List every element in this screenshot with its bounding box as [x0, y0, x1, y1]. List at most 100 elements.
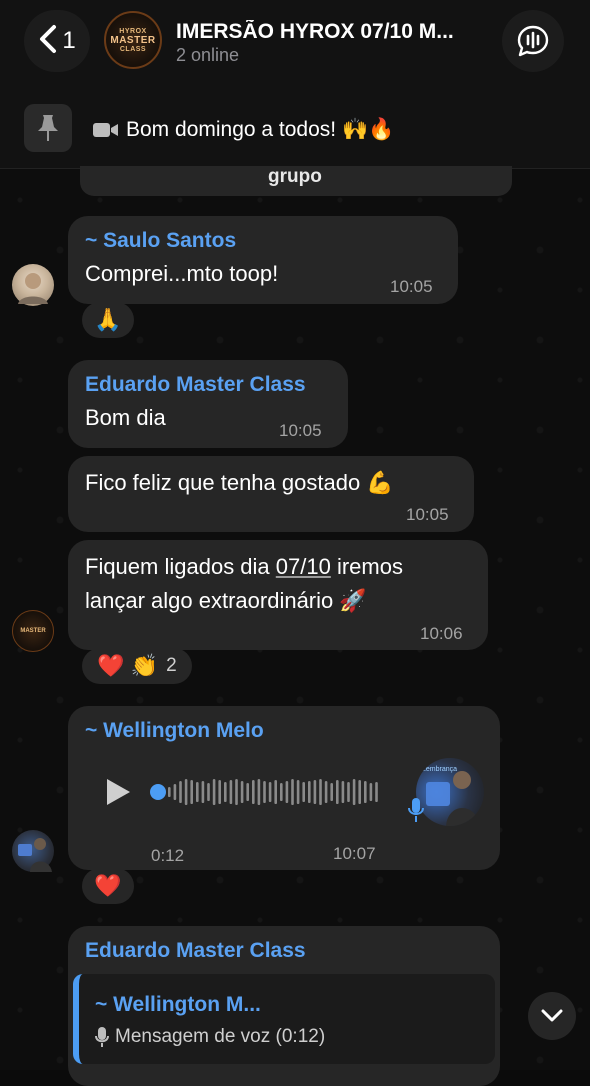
chat-header: 1 HYROX MASTER CLASS IMERSÃO HYROX 07/10… — [0, 0, 590, 92]
voice-chat-icon — [517, 25, 549, 57]
pinned-message-text: Bom domingo a todos! 🙌🔥 — [92, 118, 394, 142]
message-bubble-wellington[interactable]: ~ Wellington Melo 0:12 10:07 Lembrança — [68, 706, 500, 870]
message-sender[interactable]: ~ Wellington Melo — [85, 719, 264, 743]
waveform-bar — [246, 783, 249, 801]
message-bubble-saulo[interactable]: ~ Saulo Santos Comprei...mto toop! 10:05 — [68, 216, 458, 304]
waveform-bar — [330, 783, 333, 801]
waveform-bar — [263, 781, 266, 803]
unread-count: 1 — [62, 27, 76, 54]
waveform-bar — [296, 780, 300, 804]
microphone-icon — [95, 1027, 109, 1047]
message-bubble-eduardo-4[interactable]: Eduardo Master Class ~ Wellington M... M… — [68, 926, 500, 1086]
group-title[interactable]: IMERSÃO HYROX 07/10 M... — [176, 20, 476, 44]
waveform-bar — [224, 782, 227, 802]
scroll-down-button[interactable] — [528, 992, 576, 1040]
waveform-bar — [364, 781, 367, 803]
waveform-bar — [240, 781, 244, 803]
microphone-icon — [406, 796, 426, 824]
reaction-count: 2 — [166, 655, 177, 676]
reaction-heart[interactable]: ❤️ — [82, 868, 134, 904]
avatar-text-middle: MASTER — [110, 34, 156, 46]
message-sender[interactable]: ~ Saulo Santos — [85, 229, 236, 253]
pinned-text: Bom domingo a todos! 🙌🔥 — [126, 118, 395, 141]
reaction-emojis: ❤️ 👏 — [97, 653, 159, 678]
reaction-emoji: ❤️ — [94, 873, 122, 898]
waveform-bar — [179, 781, 182, 803]
waveform-bar — [229, 780, 233, 804]
voice-duration: 0:12 — [151, 846, 185, 865]
pinned-message-bar[interactable]: Bom domingo a todos! 🙌🔥 — [0, 92, 590, 169]
waveform-bar — [308, 781, 311, 803]
waveform-bar — [235, 779, 238, 805]
avatar-text-top: HYROX — [119, 27, 147, 35]
reply-quote[interactable]: ~ Wellington M... Mensagem de voz (0:12) — [73, 974, 495, 1064]
message-bubble-eduardo-1[interactable]: Eduardo Master Class Bom dia 10:05 — [68, 360, 348, 448]
waveform-bar — [313, 780, 317, 804]
waveform-bar — [358, 780, 361, 804]
waveform-playhead[interactable] — [150, 784, 166, 800]
message-time: 10:05 — [279, 421, 322, 440]
message-bubble-eduardo-3[interactable]: Fiquem ligados dia 07/10 iremos lançar a… — [68, 540, 488, 650]
message-time: 10:05 — [390, 277, 433, 296]
voice-sender-thumbnail[interactable]: Lembrança — [416, 758, 484, 826]
waveform-bar — [184, 779, 188, 805]
waveform-bar — [280, 783, 283, 801]
avatar-eduardo[interactable]: MASTER — [12, 610, 54, 652]
video-icon — [93, 123, 118, 137]
message-text: Fico feliz que tenha gostado 💪 — [85, 470, 394, 495]
message-bubble-eduardo-2[interactable]: Fico feliz que tenha gostado 💪 10:05 — [68, 456, 474, 532]
message-text: Bom dia — [85, 405, 166, 430]
pin-icon — [24, 104, 72, 152]
message-bubble-partial[interactable]: grupo — [80, 166, 512, 196]
avatar-wellington[interactable] — [12, 830, 54, 872]
waveform-bar — [196, 782, 199, 802]
thumbnail-text: Lembrança — [422, 766, 458, 773]
group-avatar[interactable]: HYROX MASTER CLASS — [104, 11, 162, 69]
message-text: Comprei...mto toop! — [85, 261, 279, 286]
play-button[interactable] — [102, 776, 134, 808]
message-text-part: iremos — [330, 554, 403, 579]
waveform-bar — [257, 779, 261, 805]
message-time: 10:07 — [333, 844, 376, 863]
message-text-line-1: Fiquem ligados dia 07/10 iremos — [85, 550, 403, 584]
back-button[interactable]: 1 — [24, 10, 90, 72]
person-icon — [18, 273, 48, 304]
waveform-bar — [201, 781, 205, 803]
voice-chat-button[interactable] — [502, 10, 564, 72]
waveform-bar — [173, 784, 177, 800]
play-icon — [107, 779, 130, 805]
message-time: 10:06 — [420, 624, 463, 643]
voice-waveform[interactable] — [150, 774, 386, 810]
waveform-bar — [324, 781, 328, 803]
waveform-bar — [341, 781, 345, 803]
waveform-bar — [285, 781, 289, 803]
message-sender[interactable]: Eduardo Master Class — [85, 373, 306, 397]
person-icon — [18, 838, 52, 872]
reaction-emoji: 🙏 — [94, 307, 122, 332]
waveform-bar — [190, 780, 193, 804]
chevron-down-icon — [541, 1009, 563, 1022]
quote-sender: ~ Wellington M... — [95, 993, 261, 1016]
reaction-pray[interactable]: 🙏 — [82, 302, 134, 338]
waveform-bar — [375, 782, 378, 802]
avatar-saulo[interactable] — [12, 264, 54, 306]
waveform-bar — [302, 782, 305, 802]
message-text-part: Fiquem ligados dia — [85, 554, 276, 579]
waveform-bar — [336, 780, 339, 804]
avatar-text-bottom: CLASS — [119, 45, 147, 53]
waveform-bar — [347, 782, 350, 802]
waveform-bar — [274, 780, 277, 804]
quote-text-row: Mensagem de voz (0:12) — [95, 1026, 325, 1048]
waveform-bar — [352, 779, 356, 805]
message-time: 10:05 — [406, 505, 449, 524]
waveform-bar — [252, 780, 255, 804]
waveform-bar — [319, 779, 322, 805]
waveform-bar — [268, 782, 272, 802]
waveform-bar — [218, 780, 221, 804]
waveform-bar — [168, 787, 171, 797]
avatar-logo-text: MASTER — [20, 628, 46, 634]
reaction-heart-clap[interactable]: ❤️ 👏 2 — [82, 648, 192, 684]
date-link[interactable]: 07/10 — [276, 554, 331, 579]
waveform-bar — [291, 779, 294, 805]
message-sender[interactable]: Eduardo Master Class — [85, 939, 306, 963]
